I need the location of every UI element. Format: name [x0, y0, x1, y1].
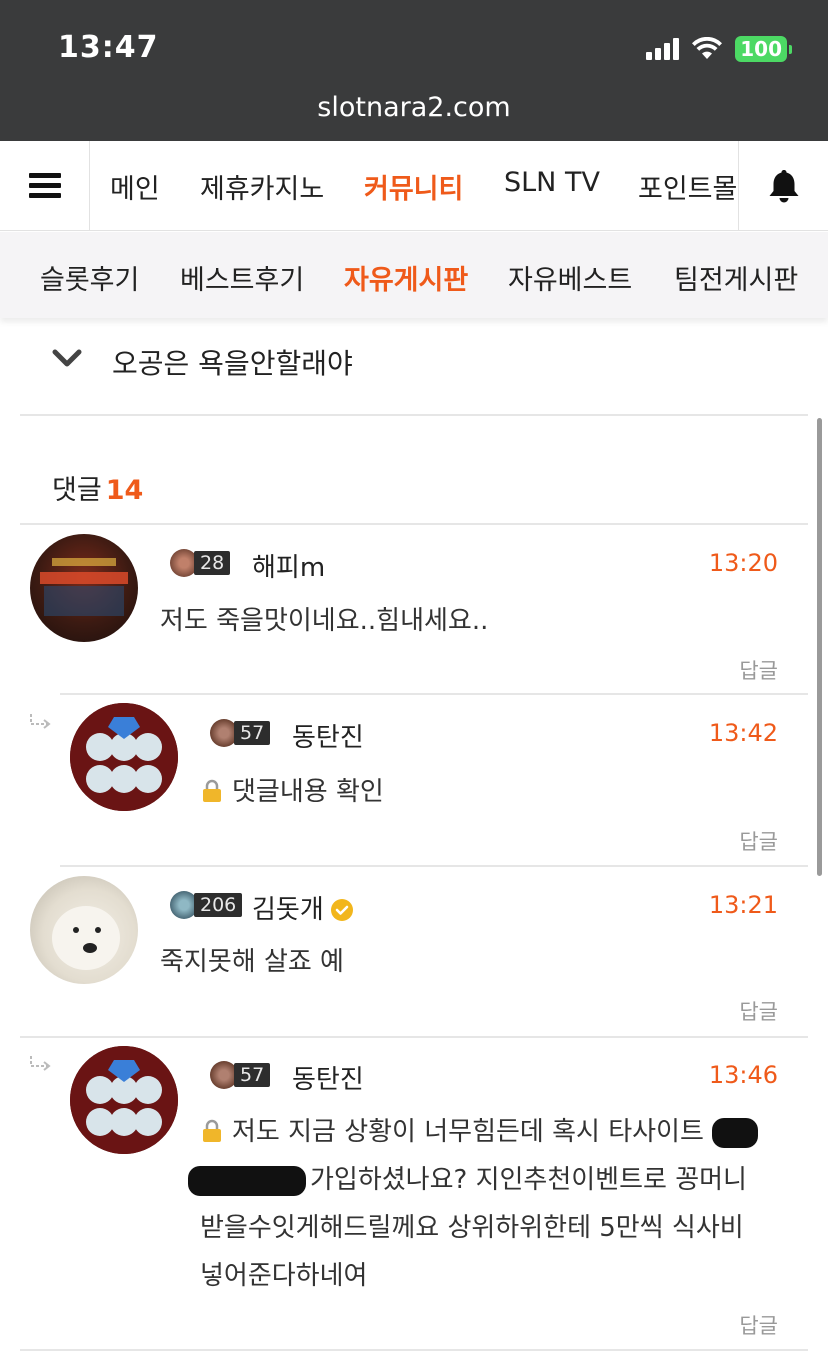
- level-badge: 57: [210, 1061, 271, 1089]
- browser-url[interactable]: slotnara2.com: [0, 92, 828, 123]
- comment-text-line: 저도 지금 상황이 너무힘든데 혹시 타사이트: [200, 1108, 790, 1156]
- reply-arrow-icon: [30, 714, 51, 729]
- avatar[interactable]: [30, 876, 138, 984]
- comment-text: 댓글내용 확인: [200, 768, 384, 816]
- post-title-row[interactable]: 오공은 욕을안할래야: [20, 318, 808, 416]
- lock-icon: [203, 779, 221, 802]
- avatar[interactable]: [70, 1046, 178, 1154]
- hamburger-icon: [28, 168, 61, 203]
- signal-icon: [646, 38, 680, 60]
- notification-button[interactable]: [738, 141, 828, 230]
- bell-icon: [769, 169, 798, 202]
- sub-nav: 슬롯후기 베스트후기 자유게시판 자유베스트 팀전게시판: [0, 232, 828, 318]
- reply-button[interactable]: 답글: [739, 655, 778, 685]
- post-title: 오공은 욕을안할래야: [112, 347, 353, 380]
- avatar[interactable]: [70, 703, 178, 811]
- battery-icon: 100: [735, 36, 792, 62]
- comment-text: 저도 죽을맛이네요..힘내세요..: [160, 606, 489, 636]
- subnav-item-free-board[interactable]: 자유게시판: [344, 258, 468, 297]
- nav-item-community[interactable]: 커뮤니티: [364, 167, 463, 206]
- comments-label: 댓글: [52, 475, 102, 506]
- reply-button[interactable]: 답글: [739, 996, 778, 1026]
- level-badge: 28: [170, 549, 231, 577]
- verified-icon: [330, 899, 353, 921]
- comment-text-line-1: 저도 지금 상황이 너무힘든데 혹시 타사이트: [232, 1117, 704, 1147]
- nav-item-partner-casino[interactable]: 제휴카지노: [200, 167, 324, 206]
- status-icons: 100: [646, 36, 792, 62]
- status-bar: 13:47 100 slotnara2.com: [0, 0, 828, 141]
- comment-nickname[interactable]: 해피m: [252, 547, 325, 584]
- comment-nickname[interactable]: 동탄진: [292, 717, 364, 754]
- redaction-mark: [188, 1165, 306, 1196]
- divider: [60, 865, 808, 867]
- divider: [20, 1349, 808, 1351]
- subnav-item-best-review[interactable]: 베스트후기: [180, 258, 304, 297]
- level-badge: 206: [170, 891, 243, 919]
- comment-nickname[interactable]: 동탄진: [292, 1059, 364, 1096]
- nav-item-point-mall[interactable]: 포인트몰: [638, 167, 737, 206]
- comment-time: 13:21: [708, 891, 778, 919]
- nickname-text: 김돗개: [252, 895, 324, 925]
- level-number: 57: [234, 721, 271, 745]
- level-number: 57: [234, 1063, 271, 1087]
- reply-button[interactable]: 답글: [739, 826, 778, 856]
- chevron-down-icon: [52, 349, 82, 367]
- redaction-mark: [712, 1117, 759, 1148]
- comment-item: 28 해피m 13:20 저도 죽을맛이네요..힘내세요.. 답글: [20, 525, 808, 695]
- reply-button[interactable]: 답글: [739, 1310, 778, 1340]
- level-number: 206: [194, 893, 243, 917]
- lock-icon: [203, 1119, 221, 1142]
- comment-nickname[interactable]: 김돗개: [252, 889, 354, 926]
- menu-button[interactable]: [0, 141, 90, 230]
- comment-text: 저도 지금 상황이 너무힘든데 혹시 타사이트 가입하셨나요? 지인추천이벤트로…: [188, 1108, 790, 1300]
- comment-text-line: 가입하셨나요? 지인추천이벤트로 꽁머니: [188, 1156, 790, 1204]
- comment-secret-text[interactable]: 댓글내용 확인: [232, 777, 384, 807]
- battery-level: 100: [735, 36, 787, 62]
- comment-text-line-4: 넣어준다하네여: [200, 1261, 368, 1291]
- comment-time: 13:46: [708, 1061, 778, 1089]
- nav-item-main[interactable]: 메인: [110, 167, 160, 206]
- scrollbar[interactable]: [817, 418, 822, 876]
- comment-time: 13:20: [708, 549, 778, 577]
- comment-time: 13:42: [708, 719, 778, 747]
- subnav-item-slot-review[interactable]: 슬롯후기: [40, 258, 139, 297]
- divider: [60, 693, 808, 695]
- level-number: 28: [194, 551, 231, 575]
- comments-count: 14: [105, 475, 144, 506]
- subnav-item-team-board[interactable]: 팀전게시판: [674, 258, 798, 297]
- main-nav: 메인 제휴카지노 커뮤니티 SLN TV 포인트몰: [0, 141, 828, 231]
- comments-header: 댓글 14: [52, 468, 143, 507]
- status-time: 13:47: [58, 30, 159, 65]
- wifi-icon: [692, 37, 723, 59]
- subnav-item-free-best[interactable]: 자유베스트: [508, 258, 632, 297]
- level-badge: 57: [210, 719, 271, 747]
- divider: [20, 1036, 808, 1038]
- reply-arrow-icon: [30, 1056, 51, 1071]
- nav-items: 메인 제휴카지노 커뮤니티 SLN TV 포인트몰: [90, 141, 738, 230]
- avatar[interactable]: [30, 534, 138, 642]
- nav-item-sln-tv[interactable]: SLN TV: [504, 167, 600, 198]
- comment-text-line-3: 받을수잇게해드릴께요 상위하위한테 5만씩 식사비: [200, 1213, 744, 1243]
- comment-text-line-2: 가입하셨나요? 지인추천이벤트로 꽁머니: [310, 1165, 747, 1195]
- comment-text: 죽지못해 살죠 예: [160, 947, 344, 977]
